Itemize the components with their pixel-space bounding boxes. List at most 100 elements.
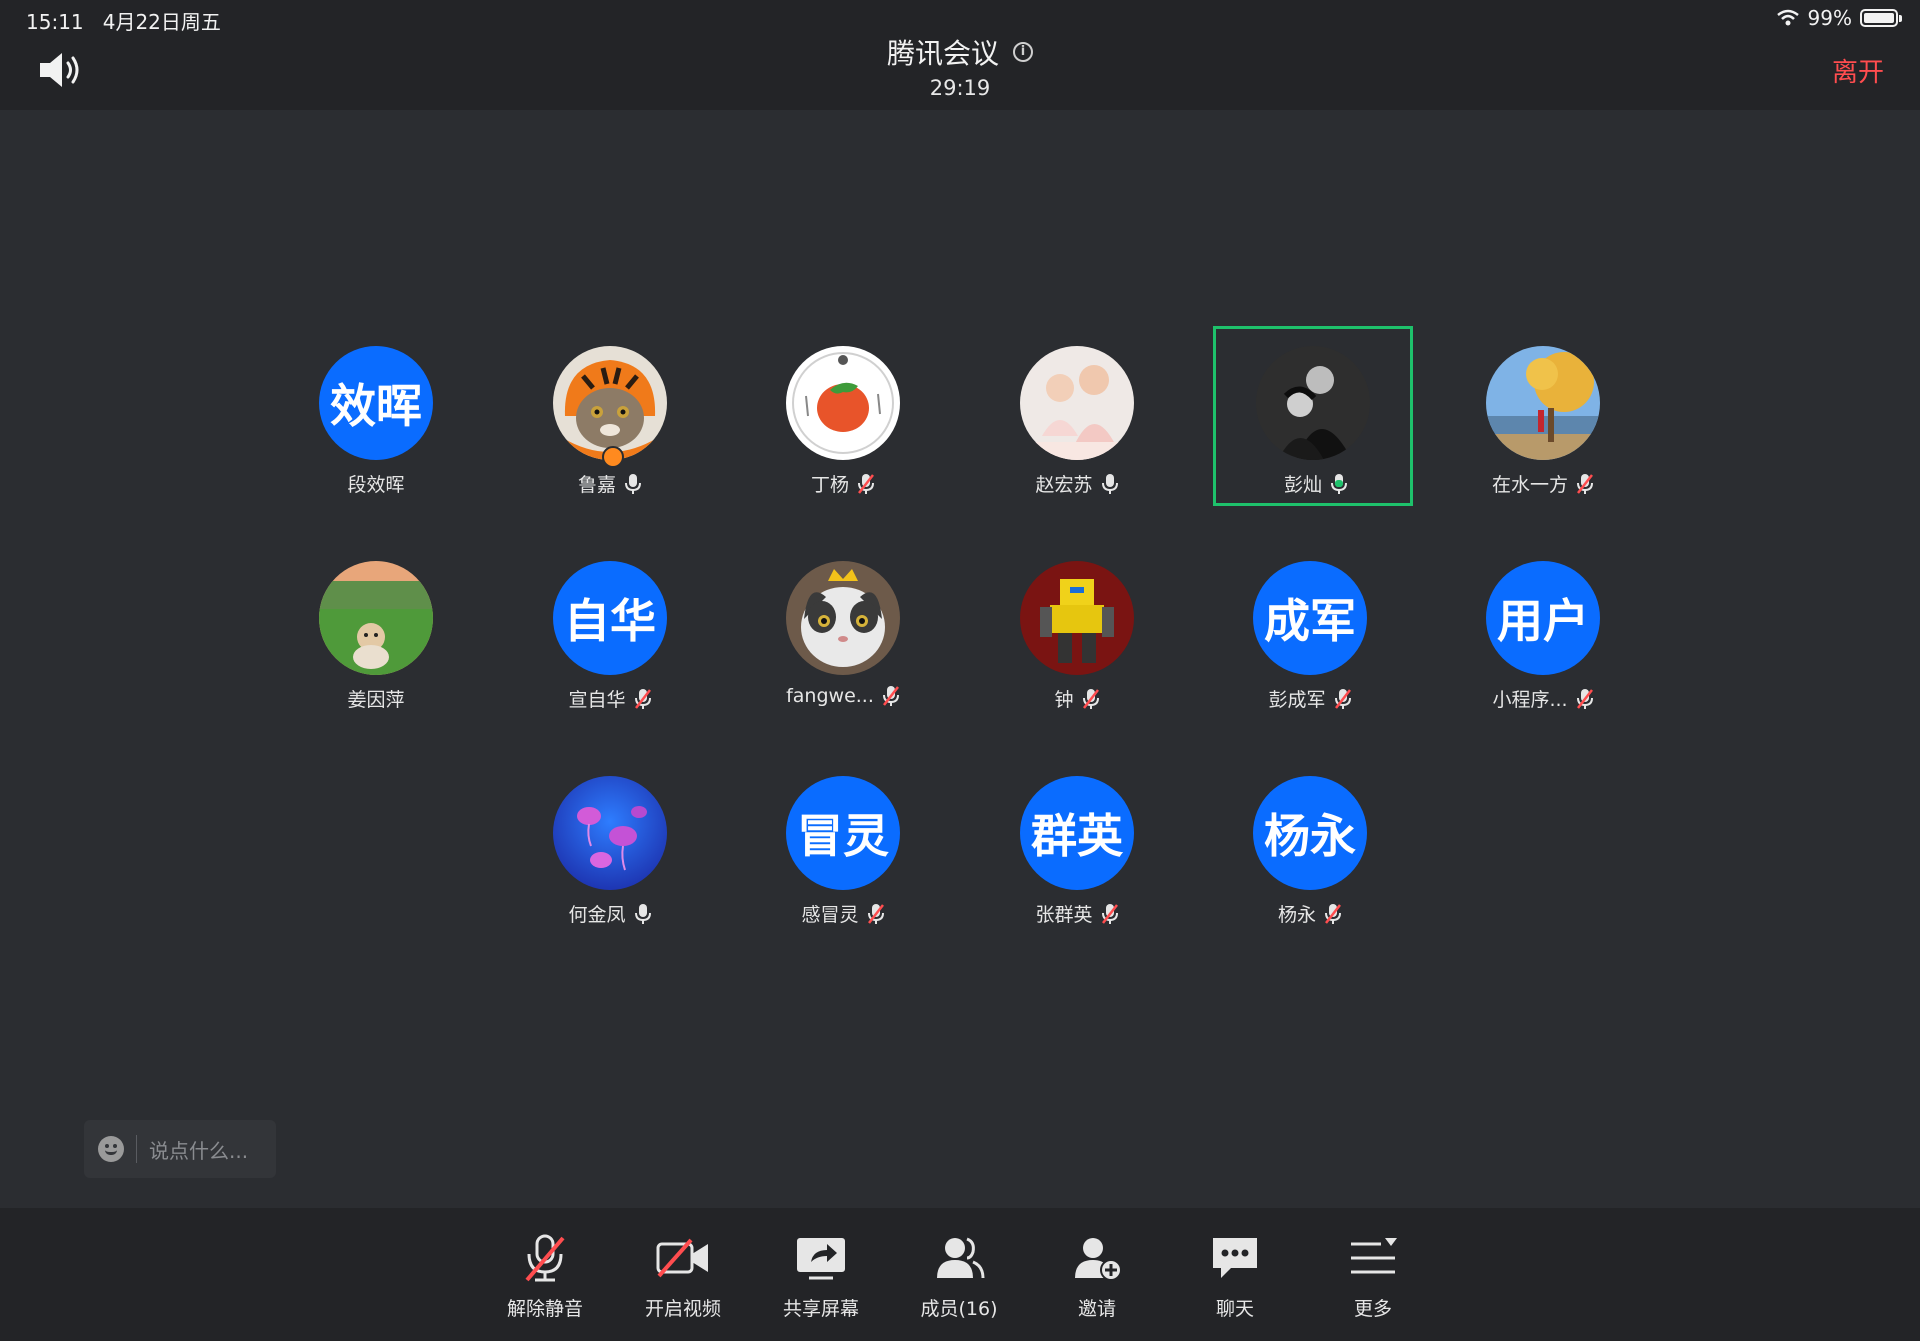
status-time: 15:11 4月22日周五 [26, 6, 221, 35]
avatar: 成军 [1253, 561, 1367, 675]
avatar-initials: 自华 [564, 594, 656, 648]
video-off-icon [656, 1238, 708, 1278]
participant-name: 鲁嘉 [577, 474, 616, 496]
participant-tile[interactable]: 鲁嘉 [510, 326, 710, 506]
participant-name: 姜因萍 [347, 689, 405, 711]
participant-name: 彭灿 [1283, 474, 1322, 496]
participant-tile[interactable]: 姜因萍 [276, 541, 476, 721]
participant-tile[interactable]: 效晖 段效晖 [276, 326, 476, 506]
participant-tile[interactable]: 赵宏苏 [977, 326, 1177, 506]
meeting-duration: 29:19 [929, 76, 991, 100]
avatar-initials: 冒灵 [797, 809, 889, 863]
mic-on-icon [1101, 473, 1118, 494]
share-screen-button[interactable]: 共享屏幕 [761, 1230, 881, 1321]
participant-tile[interactable]: 杨永 杨永 [1210, 756, 1410, 936]
mic-muted-icon [1101, 903, 1118, 924]
chat-placeholder: 说点什么... [149, 1138, 249, 1163]
meeting-title: 腾讯会议 [886, 37, 999, 70]
jellyfish-photo-avatar-icon [553, 776, 667, 890]
battery-icon [1860, 9, 1902, 27]
participant-name: fangwe... [786, 685, 874, 707]
mic-muted-icon [1334, 688, 1351, 709]
participant-tile[interactable]: 成军 彭成军 [1210, 541, 1410, 721]
participant-tile-active-speaker[interactable]: 彭灿 [1213, 326, 1413, 506]
meeting-title-block: 腾讯会议 i 29:19 [0, 32, 1920, 100]
participant-tile[interactable]: fangwe... [743, 541, 943, 721]
chat-button[interactable]: 聊天 [1175, 1230, 1295, 1321]
participant-name: 张群英 [1035, 904, 1093, 926]
avatar-initials: 群英 [1031, 809, 1123, 863]
tiger-hat-cat-avatar-icon [553, 346, 667, 460]
participant-name: 何金凤 [568, 904, 626, 926]
avatar: 群英 [1020, 776, 1134, 890]
members-label: 成员(16) [920, 1298, 998, 1320]
mic-muted-icon [882, 686, 899, 706]
info-icon[interactable]: i [1013, 42, 1033, 62]
meeting-header: 15:11 4月22日周五 99% 腾讯会议 i 29:19 离开 [0, 0, 1920, 110]
start-video-button[interactable]: 开启视频 [623, 1230, 743, 1321]
participant-tile[interactable]: 在水一方 [1443, 326, 1643, 506]
participant-name: 赵宏苏 [1035, 474, 1093, 496]
chat-icon [1213, 1238, 1257, 1278]
share-screen-icon [797, 1238, 845, 1280]
participant-name: 小程序... [1492, 689, 1568, 711]
start-video-label: 开启视频 [644, 1298, 721, 1320]
more-button[interactable]: 更多 [1313, 1230, 1433, 1321]
invite-label: 邀请 [1077, 1298, 1116, 1320]
participant-name: 彭成军 [1268, 689, 1326, 711]
chat-input[interactable]: 说点什么... [84, 1120, 276, 1178]
participant-name: 感冒灵 [801, 904, 859, 926]
robot-toy-photo-avatar-icon [1020, 561, 1134, 675]
participant-tile[interactable]: 何金凤 [510, 756, 710, 936]
mic-muted-icon [1577, 473, 1593, 494]
mic-on-icon [625, 473, 641, 494]
wifi-icon [1776, 9, 1799, 26]
mic-muted-icon [1082, 688, 1099, 709]
dog-on-grass-photo-avatar-icon [319, 561, 433, 675]
clock: 15:11 [26, 10, 84, 34]
participant-tile[interactable]: 丁杨 [743, 326, 943, 506]
chat-label: 聊天 [1215, 1298, 1254, 1320]
mic-muted-icon [634, 688, 651, 709]
more-menu-icon [1351, 1238, 1397, 1274]
emoji-icon[interactable] [98, 1136, 124, 1162]
divider [136, 1135, 137, 1163]
avatar: 自华 [553, 561, 667, 675]
members-button[interactable]: 成员(16) [899, 1230, 1019, 1321]
meeting-toolbar: 解除静音 开启视频 共享屏幕 成员(16) 邀请 聊天 更多 [0, 1208, 1920, 1341]
add-user-icon [1075, 1238, 1122, 1281]
host-badge-icon [602, 446, 624, 468]
avatar-initials: 用户 [1497, 594, 1589, 648]
participant-tile[interactable]: 用户 小程序... [1443, 541, 1643, 721]
invite-button[interactable]: 邀请 [1037, 1230, 1157, 1321]
avatar-initials: 杨永 [1264, 809, 1356, 863]
participant-name: 杨永 [1277, 904, 1316, 926]
more-label: 更多 [1353, 1298, 1392, 1320]
avatar-initials: 效晖 [330, 379, 422, 433]
participant-name: 段效晖 [347, 474, 405, 496]
members-icon [937, 1237, 985, 1279]
avatar-initials: 成军 [1264, 594, 1356, 648]
mic-muted-icon [858, 473, 874, 494]
status-right: 99% [1776, 6, 1902, 30]
participant-tile[interactable]: 群英 张群英 [977, 756, 1177, 936]
mic-muted-icon [1325, 903, 1341, 924]
mic-muted-icon [1576, 688, 1593, 709]
date: 4月22日周五 [102, 10, 221, 34]
participant-name: 丁杨 [810, 474, 849, 496]
avatar: 冒灵 [786, 776, 900, 890]
avatar: 用户 [1486, 561, 1600, 675]
participant-tile[interactable]: 钟 [977, 541, 1177, 721]
leave-button[interactable]: 离开 [1832, 52, 1884, 89]
participant-tile[interactable]: 自华 宣自华 [510, 541, 710, 721]
kids-photo-avatar-icon [1020, 346, 1134, 460]
mic-off-icon [525, 1234, 565, 1282]
autumn-tree-photo-avatar-icon [1486, 346, 1600, 460]
tomato-logo-avatar-icon [786, 346, 900, 460]
mic-speaking-icon [1331, 473, 1347, 494]
participant-name: 钟 [1054, 689, 1074, 711]
unmute-button[interactable]: 解除静音 [485, 1230, 605, 1321]
couple-photo-avatar-icon [1256, 346, 1370, 460]
participant-tile[interactable]: 冒灵 感冒灵 [743, 756, 943, 936]
unmute-label: 解除静音 [506, 1298, 583, 1320]
